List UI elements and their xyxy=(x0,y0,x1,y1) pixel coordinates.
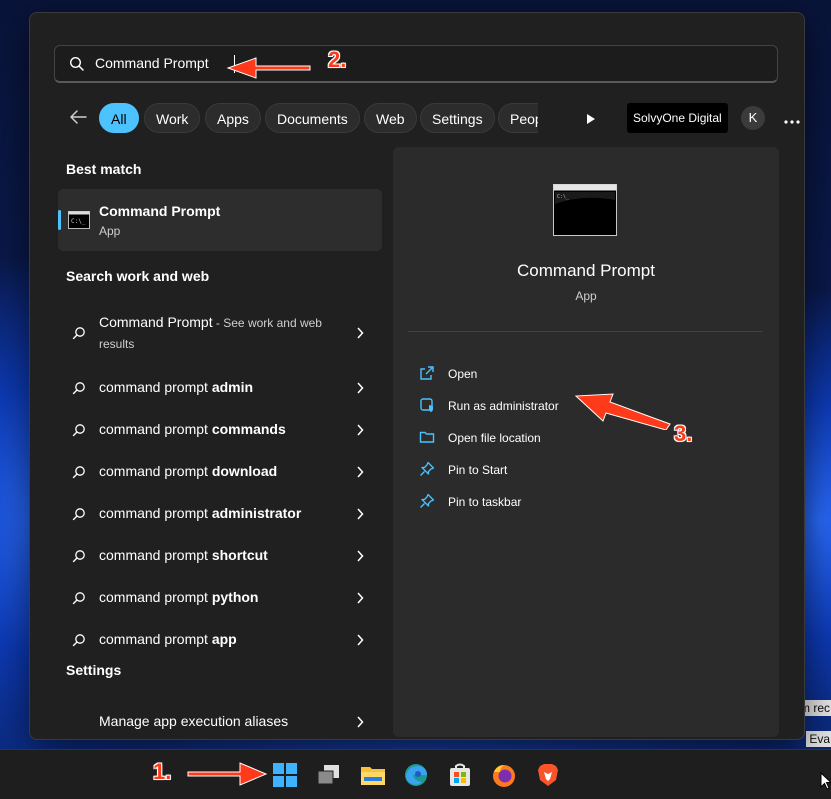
chevron-right-icon[interactable] xyxy=(356,633,364,651)
folder-icon xyxy=(419,429,435,450)
detail-app-name: Command Prompt xyxy=(517,261,655,280)
web-suggestion-item[interactable]: command prompt commands xyxy=(58,410,382,450)
annotation-arrow-3 xyxy=(574,393,671,430)
command-prompt-large-icon: C:\_ xyxy=(553,184,617,241)
best-match-name: Command Prompt xyxy=(99,203,221,219)
web-suggestion-item[interactable]: command prompt admin xyxy=(58,368,382,408)
annotation-step-2: 2. xyxy=(328,47,347,72)
suggestion-text: command prompt commands xyxy=(99,421,286,437)
chevron-right-icon[interactable] xyxy=(356,507,364,525)
search-icon xyxy=(72,465,86,484)
suggestion-text: command prompt shortcut xyxy=(99,547,268,563)
chevron-right-icon[interactable] xyxy=(356,423,364,441)
organization-badge[interactable]: SolvyOne Digital xyxy=(627,103,728,133)
scroll-right-icon[interactable] xyxy=(586,112,596,130)
filter-chip-all[interactable]: All xyxy=(99,103,139,133)
filter-chip-settings[interactable]: Settings xyxy=(420,103,495,133)
annotation-arrow-2 xyxy=(226,57,311,79)
avatar[interactable]: K xyxy=(741,106,765,130)
search-box[interactable] xyxy=(54,45,778,83)
search-input[interactable] xyxy=(95,46,755,80)
pin-icon xyxy=(419,493,435,514)
store-icon[interactable] xyxy=(447,762,473,788)
settings-heading: Settings xyxy=(66,662,122,678)
filter-row: All Work Apps Documents Web Settings Peo… xyxy=(60,101,800,135)
svg-text:C:\_: C:\_ xyxy=(71,218,86,225)
filter-chip-people[interactable]: Peop xyxy=(498,103,538,133)
web-suggestion-item[interactable]: command prompt python xyxy=(58,578,382,618)
web-suggestion-item[interactable]: command prompt shortcut xyxy=(58,536,382,576)
back-arrow-icon[interactable] xyxy=(68,109,88,130)
task-view-icon[interactable] xyxy=(316,762,342,788)
app-detail-panel: C:\_ Command Prompt App Open Run as admi… xyxy=(393,147,779,737)
action-label: Run as administrator xyxy=(448,399,559,413)
svg-text:C:\_: C:\_ xyxy=(557,194,570,200)
chevron-right-icon[interactable] xyxy=(356,591,364,609)
web-suggestion-item[interactable]: command prompt administrator xyxy=(58,494,382,534)
chevron-right-icon[interactable] xyxy=(356,465,364,483)
search-icon xyxy=(69,56,85,77)
search-icon xyxy=(72,549,86,568)
best-match-item[interactable]: C:\_ Command Prompt App xyxy=(58,189,382,251)
web-result-item[interactable]: Command Prompt - See work and web result… xyxy=(58,309,382,357)
suggestion-text: command prompt download xyxy=(99,463,278,479)
search-icon xyxy=(72,507,86,526)
action-label: Open file location xyxy=(448,431,541,445)
search-icon xyxy=(72,591,86,610)
shield-admin-icon xyxy=(419,397,435,418)
action-pin-to-start[interactable]: Pin to Start xyxy=(419,459,739,483)
firefox-icon[interactable] xyxy=(491,762,517,788)
start-search-panel: 2. All Work Apps Documents Web Settings … xyxy=(29,12,805,740)
search-icon xyxy=(72,633,86,652)
chevron-right-icon[interactable] xyxy=(356,326,364,344)
annotation-step-3: 3. xyxy=(674,421,693,446)
filter-chip-work[interactable]: Work xyxy=(144,103,201,133)
suggestion-text: command prompt admin xyxy=(99,379,254,395)
action-label: Open xyxy=(448,367,478,381)
search-icon xyxy=(72,423,86,442)
search-web-heading: Search work and web xyxy=(66,268,210,284)
action-label: Pin to taskbar xyxy=(448,495,522,509)
annotation-step-1: 1. xyxy=(153,759,172,784)
detail-divider xyxy=(408,331,762,332)
filter-chip-documents[interactable]: Documents xyxy=(265,103,360,133)
chevron-right-icon[interactable] xyxy=(356,715,364,733)
search-icon xyxy=(72,326,86,345)
mouse-cursor-icon xyxy=(820,772,831,790)
best-match-heading: Best match xyxy=(66,161,142,177)
file-explorer-icon[interactable] xyxy=(360,762,386,788)
action-open[interactable]: Open xyxy=(419,363,739,387)
web-suggestion-item[interactable]: command prompt download xyxy=(58,452,382,492)
brave-icon[interactable] xyxy=(535,762,561,788)
settings-result-text: Manage app execution aliases xyxy=(99,713,289,729)
command-prompt-icon: C:\_ xyxy=(68,211,90,234)
more-options-icon[interactable] xyxy=(784,111,800,129)
filter-chip-web[interactable]: Web xyxy=(364,103,417,133)
search-icon xyxy=(72,381,86,400)
filter-chip-apps[interactable]: Apps xyxy=(205,103,261,133)
pin-icon xyxy=(419,461,435,482)
suggestion-text: command prompt administrator xyxy=(99,505,302,521)
detail-app-type: App xyxy=(575,289,597,303)
best-match-type: App xyxy=(99,224,121,238)
settings-result-item[interactable]: Manage app execution aliases xyxy=(58,702,382,742)
web-suggestion-item[interactable]: command prompt app xyxy=(58,620,382,660)
chevron-right-icon[interactable] xyxy=(356,549,364,567)
edge-icon[interactable] xyxy=(403,762,429,788)
suggestion-text: command prompt app xyxy=(99,631,237,647)
annotation-arrow-1 xyxy=(187,762,268,786)
start-icon[interactable] xyxy=(272,762,298,788)
selection-indicator xyxy=(58,210,61,230)
web-result-text: Command Prompt - See work and web result… xyxy=(99,314,322,351)
desktop-watermark-line2: Eva xyxy=(806,731,831,747)
action-pin-to-taskbar[interactable]: Pin to taskbar xyxy=(419,491,739,515)
taskbar: 1. xyxy=(0,749,831,799)
suggestion-text: command prompt python xyxy=(99,589,259,605)
open-external-icon xyxy=(419,365,435,386)
action-label: Pin to Start xyxy=(448,463,508,477)
chevron-right-icon[interactable] xyxy=(356,381,364,399)
